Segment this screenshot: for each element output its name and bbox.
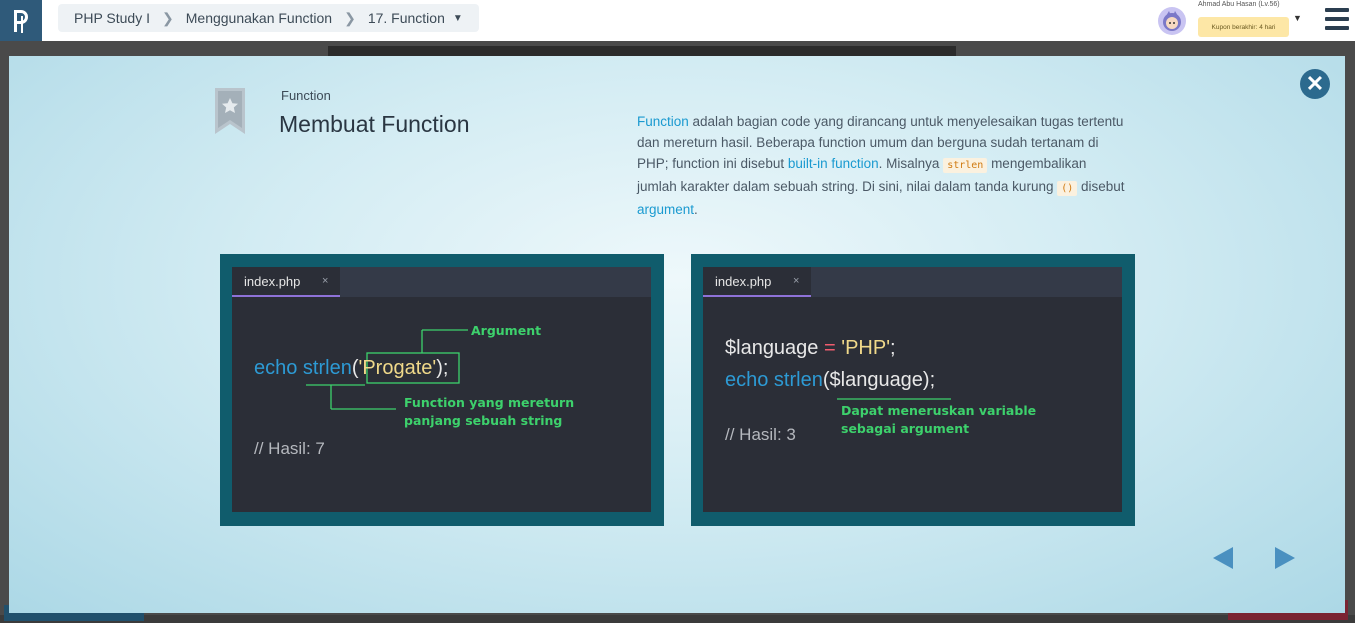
code-line: $language = 'PHP'; (725, 337, 896, 360)
inline-code: () (1057, 181, 1078, 196)
annotation-line: Function yang mereturn (404, 395, 575, 410)
breadcrumb-chapter[interactable]: Menggunakan Function (186, 10, 332, 26)
chevron-down-icon[interactable]: ▼ (453, 13, 463, 24)
term-built-in-function: built-in function (787, 156, 879, 171)
code-keyword: echo strlen (254, 357, 352, 379)
chevron-down-icon[interactable]: ▼ (1293, 13, 1302, 23)
slide-title: Membuat Function (279, 111, 470, 137)
prev-arrow-icon[interactable] (1211, 546, 1235, 570)
chevron-right-icon: ❯ (344, 9, 356, 26)
code-operator: = (824, 337, 836, 359)
code-editor: index.php × echo strlen('Progate'); // H… (232, 267, 651, 512)
breadcrumb: PHP Study I ❯ Menggunakan Function ❯ 17.… (58, 4, 479, 32)
section-label: Function (281, 88, 331, 103)
annotation-function: Function yang mereturn panjang sebuah st… (404, 394, 574, 430)
code-semicolon: ; (890, 337, 896, 359)
code-variable: $language (725, 337, 819, 359)
code-line: echo strlen('Progate'); (254, 357, 448, 380)
code-paren: ( (351, 357, 359, 379)
user-menu[interactable]: Ahmad Abu Hasan (Lv.56) Kupon berakhir: … (1150, 0, 1310, 41)
hamburger-menu-icon[interactable] (1325, 8, 1349, 30)
breadcrumb-lesson[interactable]: 17. Function (368, 10, 445, 26)
annotation-argument: Argument (471, 323, 542, 338)
user-name: Ahmad Abu Hasan (Lv.56) (1198, 1, 1280, 8)
close-icon[interactable]: ✕ (1300, 69, 1330, 99)
next-arrow-icon[interactable] (1273, 546, 1297, 570)
annotation-line: sebagai argument (841, 421, 970, 436)
code-keyword: echo strlen (725, 369, 823, 391)
term-argument: argument (637, 202, 695, 217)
code-args: ($language); (822, 369, 936, 391)
code-paren: ); (436, 357, 449, 379)
annotation-lines (306, 329, 468, 410)
desc-text: . Misalnya (878, 156, 944, 171)
avatar[interactable] (1158, 7, 1186, 35)
code-comment: // Hasil: 7 (254, 439, 325, 458)
annotation-variable: Dapat meneruskan variable sebagai argume… (841, 402, 1036, 438)
top-bar: PHP Study I ❯ Menggunakan Function ❯ 17.… (0, 0, 1355, 41)
annotation-line: panjang sebuah string (404, 413, 563, 428)
term-function: Function (637, 114, 689, 129)
code-comment: // Hasil: 3 (725, 425, 796, 444)
breadcrumb-course[interactable]: PHP Study I (74, 10, 150, 26)
code-line: echo strlen($language); (725, 369, 935, 392)
slide-description: Function adalah bagian code yang diranca… (637, 111, 1127, 220)
code-editor: index.php × $language = 'PHP'; echo strl… (703, 267, 1122, 512)
coupon-badge: Kupon berakhir: 4 hari (1198, 17, 1289, 37)
annotation-line: Dapat meneruskan variable (841, 403, 1037, 418)
inline-code: strlen (943, 158, 988, 173)
background-footer (0, 615, 1355, 623)
slide-modal: ✕ Function Membuat Function Function ada… (9, 56, 1345, 613)
code-panel-right: index.php × $language = 'PHP'; echo strl… (691, 254, 1135, 526)
chevron-right-icon: ❯ (162, 9, 174, 26)
desc-text: disebut (1077, 179, 1125, 194)
code-panel-left: index.php × echo strlen('Progate'); // H… (220, 254, 664, 526)
bookmark-star-icon (214, 88, 246, 134)
code-string: 'PHP' (841, 337, 891, 359)
code-string: 'Progate' (358, 357, 437, 379)
progate-logo-icon[interactable] (0, 0, 42, 41)
desc-text: . (694, 202, 698, 217)
